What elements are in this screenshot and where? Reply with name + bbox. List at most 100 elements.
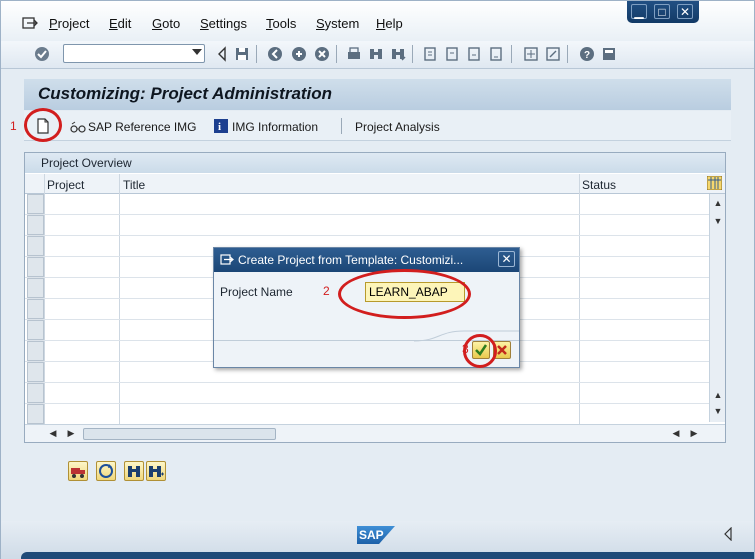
dialog-menu-icon[interactable] xyxy=(220,253,234,269)
menu-system[interactable]: System xyxy=(316,16,359,31)
row-selector[interactable] xyxy=(27,278,44,298)
back-icon[interactable] xyxy=(267,46,283,62)
enter-checkmark-icon[interactable] xyxy=(34,46,50,62)
first-page-icon[interactable] xyxy=(422,46,438,62)
panel-title: Project Overview xyxy=(41,156,132,170)
scroll-up-icon[interactable]: ▲ xyxy=(710,198,726,208)
row-selector[interactable] xyxy=(27,194,44,214)
toolbar-divider xyxy=(341,118,342,134)
menu-label: elp xyxy=(385,16,403,31)
menu-label: roject xyxy=(57,16,90,31)
find-next-button[interactable] xyxy=(146,461,166,481)
annotation-ring-continue xyxy=(463,334,497,368)
dialog-close-button[interactable]: ✕ xyxy=(498,251,515,267)
menu-mnemonic: S xyxy=(316,16,325,31)
footer-bar xyxy=(21,552,754,559)
annotation-ring-project-name xyxy=(338,269,471,319)
menu-project[interactable]: Project xyxy=(49,16,89,31)
row-selector[interactable] xyxy=(27,383,44,403)
scroll-thumb[interactable] xyxy=(83,428,276,440)
row-selector[interactable] xyxy=(27,299,44,319)
scroll-right-icon[interactable]: ▶ xyxy=(63,428,79,439)
menu-help[interactable]: Help xyxy=(376,16,403,31)
scroll-right-icon[interactable]: ▶ xyxy=(686,428,702,439)
menu-settings[interactable]: Settings xyxy=(200,16,247,31)
menu-label: ystem xyxy=(324,16,360,31)
sap-reference-img-label: SAP Reference IMG xyxy=(88,120,197,134)
row-selector[interactable] xyxy=(27,362,44,382)
annotation-step-2: 2 xyxy=(323,284,330,298)
menu-bar: Project Edit Goto Settings Tools System … xyxy=(1,1,754,41)
horizontal-scrollbar[interactable]: ◀ ▶ ◀ ▶ xyxy=(25,424,725,442)
scroll-left-icon[interactable]: ◀ xyxy=(668,428,684,439)
menu-goto[interactable]: Goto xyxy=(152,16,180,31)
command-field[interactable] xyxy=(63,44,205,63)
sap-logo: SAP xyxy=(357,526,395,544)
menu-edit[interactable]: Edit xyxy=(109,16,131,31)
print-icon[interactable] xyxy=(346,46,362,62)
info-icon: i xyxy=(214,119,228,133)
find-icon[interactable] xyxy=(368,46,384,62)
toolbar-divider xyxy=(336,45,337,63)
table-row xyxy=(25,214,709,215)
exit-icon[interactable] xyxy=(291,46,307,62)
table-settings-icon[interactable] xyxy=(706,175,723,193)
menu-tools[interactable]: Tools xyxy=(266,16,296,31)
find-next-icon[interactable] xyxy=(390,46,406,62)
save-icon[interactable] xyxy=(234,46,250,62)
row-selector[interactable] xyxy=(27,215,44,235)
minimize-button[interactable]: ▁ xyxy=(631,4,647,19)
chevron-down-icon[interactable] xyxy=(192,49,202,55)
column-header-project[interactable]: Project xyxy=(47,178,84,192)
row-selector[interactable] xyxy=(27,257,44,277)
refresh-button[interactable] xyxy=(96,461,116,481)
menu-mnemonic: G xyxy=(152,16,163,31)
help-icon[interactable]: ? xyxy=(579,46,595,62)
menu-mnemonic: E xyxy=(109,16,118,31)
previous-page-icon[interactable] xyxy=(444,46,460,62)
panel-header: Project Overview xyxy=(25,153,725,173)
transport-button[interactable] xyxy=(68,461,88,481)
status-bar-toggle-icon[interactable] xyxy=(723,526,733,544)
find-button[interactable] xyxy=(124,461,144,481)
scroll-up-icon[interactable]: ▲ xyxy=(710,390,726,400)
column-header-title[interactable]: Title xyxy=(123,178,145,192)
next-page-icon[interactable] xyxy=(466,46,482,62)
row-selector[interactable] xyxy=(27,404,44,424)
row-selector[interactable] xyxy=(27,320,44,340)
title-bar: Customizing: Project Administration xyxy=(24,79,731,110)
create-session-icon[interactable] xyxy=(523,46,539,62)
vertical-scrollbar[interactable]: ▲ ▼ ▲ ▼ xyxy=(709,194,725,422)
row-selector[interactable] xyxy=(27,236,44,256)
project-analysis-button[interactable]: Project Analysis xyxy=(355,120,440,134)
annotation-ring-create xyxy=(24,108,62,142)
customize-layout-icon[interactable] xyxy=(601,46,617,62)
cancel-icon[interactable] xyxy=(314,46,330,62)
scroll-down-icon[interactable]: ▼ xyxy=(710,406,726,416)
row-selector[interactable] xyxy=(27,341,44,361)
glasses-icon xyxy=(70,121,86,133)
menu-icon[interactable] xyxy=(22,16,38,33)
dialog-title-bar: Create Project from Template: Customizi.… xyxy=(214,248,519,272)
table-row xyxy=(25,235,709,236)
menu-mnemonic: P xyxy=(49,16,58,31)
column-header-status[interactable]: Status xyxy=(582,178,616,192)
close-window-button[interactable]: ✕ xyxy=(677,4,693,19)
window-controls: ▁ □ ✕ xyxy=(627,1,699,23)
scroll-down-icon[interactable]: ▼ xyxy=(710,216,726,226)
menu-mnemonic: S xyxy=(200,16,209,31)
svg-text:i: i xyxy=(218,121,221,133)
toolbar-divider xyxy=(256,45,257,63)
back-arrow-icon[interactable] xyxy=(214,46,230,62)
scroll-left-icon[interactable]: ◀ xyxy=(45,428,61,439)
menu-label: oto xyxy=(162,16,181,31)
restore-button[interactable]: □ xyxy=(654,4,670,19)
sap-gui-window: Project Edit Goto Settings Tools System … xyxy=(0,0,755,559)
binoculars-icon xyxy=(128,466,140,477)
last-page-icon[interactable] xyxy=(488,46,504,62)
shortcut-icon[interactable] xyxy=(545,46,561,62)
truck-icon xyxy=(71,468,85,478)
dialog-title: Create Project from Template: Customizi.… xyxy=(238,253,464,267)
svg-text:?: ? xyxy=(584,50,590,61)
img-information-label: IMG Information xyxy=(232,120,319,134)
